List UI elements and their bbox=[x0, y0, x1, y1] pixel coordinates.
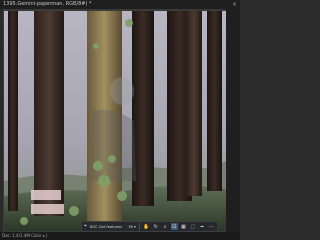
window-titlebar: 1395.Gemini-paperman, RGB/8#) * × bbox=[0, 0, 240, 9]
floating-toolbar: ⌖ DOC Get featured Fit ▾ ✋ ↻ ⌕ ⊡ ▦ ⬚ ━ ⋯ bbox=[81, 221, 218, 232]
pin-icon[interactable]: ⌖ bbox=[84, 224, 88, 229]
window-title: 1395.Gemini-paperman, RGB/8#) * bbox=[3, 1, 92, 7]
selection-icon[interactable]: ⬚ bbox=[189, 223, 196, 230]
annotation-note[interactable] bbox=[31, 190, 61, 200]
status-bar: Doc: 1.4/1.4M Color ▸ | bbox=[0, 232, 240, 240]
left-panel-edge bbox=[0, 9, 3, 232]
canvas-area[interactable]: ⌖ DOC Get featured Fit ▾ ✋ ↻ ⌕ ⊡ ▦ ⬚ ━ ⋯ bbox=[0, 9, 240, 232]
document-label: DOC Get featured bbox=[89, 224, 122, 229]
annotation-note[interactable] bbox=[31, 204, 64, 214]
grid-icon[interactable]: ▦ bbox=[180, 223, 187, 230]
hand-icon[interactable]: ✋ bbox=[143, 223, 150, 230]
zoom-icon[interactable]: ⌕ bbox=[161, 223, 168, 230]
status-text: Doc: 1.4/1.4M Color ▸ | bbox=[2, 233, 48, 238]
ruler-icon[interactable]: ━ bbox=[198, 223, 205, 230]
close-icon[interactable]: × bbox=[232, 0, 237, 9]
more-icon[interactable]: ⋯ bbox=[208, 223, 215, 230]
zoom-fit-select[interactable]: Fit ▾ bbox=[129, 225, 136, 229]
rotate-icon[interactable]: ↻ bbox=[152, 223, 159, 230]
crop-icon[interactable]: ⊡ bbox=[170, 223, 178, 230]
right-panel-edge bbox=[226, 9, 240, 232]
toolbar-divider bbox=[138, 223, 140, 230]
